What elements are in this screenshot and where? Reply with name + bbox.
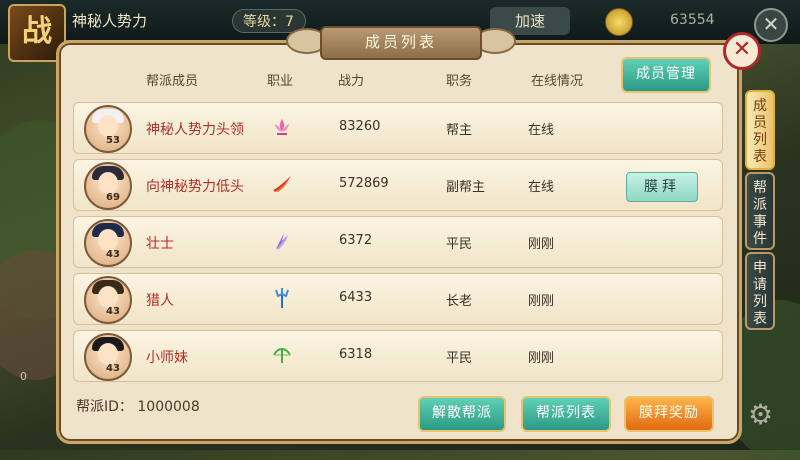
header-member: 帮派成员 [146, 74, 199, 89]
member-role: 长老 [446, 294, 473, 309]
coin-icon [605, 8, 633, 36]
member-online: 在线 [528, 180, 555, 195]
member-level: 43 [106, 363, 120, 374]
member-role: 平民 [446, 237, 473, 252]
member-level: 43 [106, 249, 120, 260]
member-manage-button[interactable]: 成员管理 [621, 57, 711, 93]
header-power: 战力 [338, 74, 365, 89]
avatar-face [98, 229, 118, 251]
header-online: 在线情况 [531, 74, 584, 89]
avatar-face [98, 286, 118, 308]
flame-blade-icon [273, 176, 291, 192]
background-hud-badge: 0 [20, 370, 27, 383]
member-power: 572869 [339, 176, 389, 191]
member-level: 69 [106, 192, 120, 203]
guild-name: 神秘人势力 [72, 12, 148, 30]
member-online: 刚刚 [528, 351, 555, 366]
member-online: 刚刚 [528, 237, 555, 252]
header-job: 职业 [267, 74, 294, 89]
trident-icon [275, 288, 289, 308]
member-power: 6318 [339, 347, 373, 362]
guild-id-label: 帮派ID： [76, 399, 133, 415]
guild-list-button[interactable]: 帮派列表 [521, 396, 611, 432]
member-online: 刚刚 [528, 294, 555, 309]
close-icon[interactable]: ✕ [723, 32, 761, 70]
emblem-char: 战 [22, 14, 52, 49]
member-online: 在线 [528, 123, 555, 138]
member-power: 6372 [339, 233, 373, 248]
avatar-face [98, 343, 118, 365]
claw-icon [276, 233, 288, 250]
header-role: 职务 [446, 74, 473, 89]
member-row[interactable]: 43 壮士 6372 平民 刚刚 [73, 216, 723, 268]
panel-title: 成员列表 [320, 26, 482, 60]
member-row[interactable]: 53 神秘人势力头领 83260 帮主 在线 [73, 102, 723, 154]
guild-id: 帮派ID： 1000008 [76, 396, 200, 416]
member-name: 向神秘势力低头 [146, 179, 244, 195]
member-power: 83260 [339, 119, 381, 134]
member-name: 猎人 [146, 293, 174, 309]
gear-icon[interactable]: ⚙ [748, 398, 773, 431]
member-level: 43 [106, 306, 120, 317]
tab-application-list[interactable]: 申请列表 [745, 252, 775, 330]
member-level: 53 [106, 135, 120, 146]
member-name: 神秘人势力头领 [146, 122, 244, 138]
lotus-icon [275, 119, 289, 135]
coin-value: 63554 [670, 12, 715, 28]
disband-guild-button[interactable]: 解散帮派 [418, 396, 506, 432]
top-close-icon[interactable]: ✕ [754, 8, 788, 42]
tab-guild-events[interactable]: 帮派事件 [745, 172, 775, 250]
member-row[interactable]: 43 小师妹 6318 平民 刚刚 [73, 330, 723, 382]
member-role: 帮主 [446, 123, 473, 138]
worship-button[interactable]: 膜拜 [626, 172, 698, 202]
worship-reward-button[interactable]: 膜拜奖励 [624, 396, 714, 432]
member-name: 壮士 [146, 236, 174, 252]
member-row[interactable]: 69 向神秘势力低头 572869 副帮主 在线 膜拜 [73, 159, 723, 211]
member-role: 平民 [446, 351, 473, 366]
avatar-face [98, 115, 118, 137]
tab-member-list[interactable]: 成员列表 [745, 90, 775, 170]
avatar-face [98, 172, 118, 194]
member-name: 小师妹 [146, 350, 188, 366]
bow-icon [273, 348, 291, 363]
member-role: 副帮主 [446, 180, 486, 195]
member-row[interactable]: 43 猎人 6433 长老 刚刚 [73, 273, 723, 325]
member-power: 6433 [339, 290, 373, 305]
guild-id-value: 1000008 [137, 399, 200, 415]
